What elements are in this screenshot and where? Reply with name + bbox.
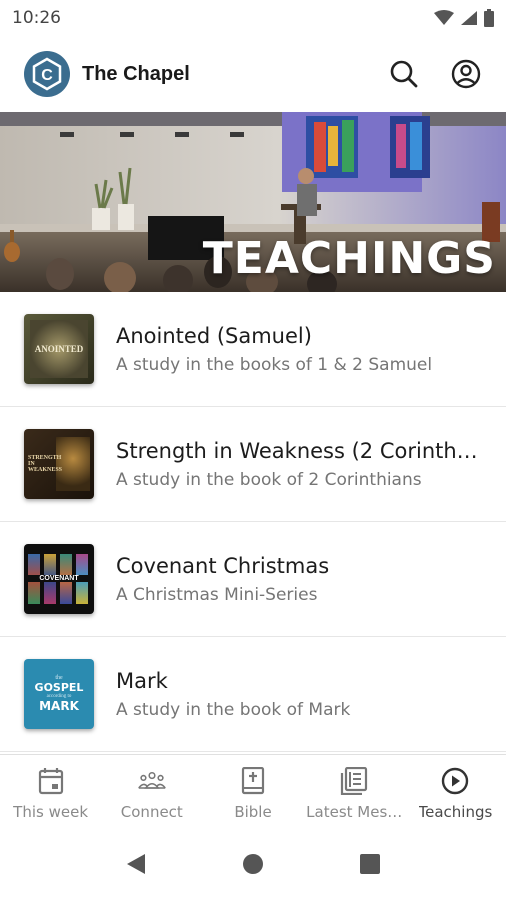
thumbnail-text: ANOINTED — [34, 344, 84, 354]
home-button[interactable] — [242, 853, 264, 880]
nav-latest-messages[interactable]: Latest Mes… — [304, 755, 405, 832]
search-icon — [390, 60, 418, 88]
thumbnail-text: STRENGTH IN WEAKNESS — [28, 455, 63, 473]
calendar-icon — [38, 768, 63, 795]
list-item-mark[interactable]: the GOSPEL according to MARK Mark A stud… — [0, 637, 506, 752]
app-title: The Chapel — [82, 62, 190, 85]
account-circle-icon — [451, 59, 481, 89]
series-thumbnail: STRENGTH IN WEAKNESS — [24, 429, 94, 499]
status-time: 10:26 — [12, 8, 61, 28]
item-title: Anointed (Samuel) — [116, 323, 312, 348]
church-logo[interactable]: C — [24, 51, 70, 97]
bible-icon — [241, 767, 265, 795]
nav-teachings[interactable]: Teachings — [405, 755, 506, 832]
nav-label: This week — [13, 803, 89, 821]
battery-icon — [484, 9, 494, 27]
thumbnail-text: GOSPEL — [34, 681, 84, 694]
app-bar: C The Chapel — [0, 36, 506, 112]
book-icon — [341, 767, 368, 795]
series-thumbnail: COVENANT — [24, 544, 94, 614]
search-button[interactable] — [388, 58, 420, 90]
nav-label: Latest Mes… — [306, 803, 403, 821]
play-circle-icon — [442, 767, 469, 795]
status-icons — [434, 9, 494, 27]
series-thumbnail: the GOSPEL according to MARK — [24, 659, 94, 729]
item-subtitle: A study in the books of 1 & 2 Samuel — [116, 354, 433, 375]
system-navigation-bar — [0, 832, 506, 900]
thumbnail-text: MARK — [39, 699, 79, 713]
item-subtitle: A study in the book of 2 Corinthians — [116, 469, 422, 490]
list-item-covenant-christmas[interactable]: COVENANT Covenant Christmas A Christmas … — [0, 522, 506, 637]
teachings-list: ANOINTED Anointed (Samuel) A study in th… — [0, 292, 506, 752]
logo-letter: C — [41, 67, 53, 84]
item-title: Mark — [116, 668, 168, 693]
wifi-icon — [434, 10, 454, 25]
signal-icon — [461, 11, 477, 25]
list-item-anointed[interactable]: ANOINTED Anointed (Samuel) A study in th… — [0, 292, 506, 407]
item-title: Strength in Weakness (2 Corinthi… — [116, 438, 482, 463]
home-circle-icon — [242, 853, 263, 874]
back-button[interactable] — [125, 852, 147, 881]
recents-square-icon — [359, 853, 380, 874]
nav-label: Teachings — [418, 803, 493, 821]
status-bar: 10:26 — [0, 0, 506, 36]
item-subtitle: A Christmas Mini-Series — [116, 584, 318, 605]
profile-button[interactable] — [450, 58, 482, 90]
nav-bible[interactable]: Bible — [202, 755, 303, 832]
nav-this-week[interactable]: This week — [0, 755, 101, 832]
hero-title: TEACHINGS — [202, 233, 496, 284]
item-subtitle: A study in the book of Mark — [116, 699, 351, 720]
nav-label: Connect — [120, 803, 183, 821]
back-triangle-icon — [127, 853, 146, 874]
item-title: Covenant Christmas — [116, 553, 330, 578]
series-thumbnail: ANOINTED — [24, 314, 94, 384]
people-icon — [137, 771, 166, 789]
thumbnail-text: COVENANT — [24, 575, 94, 582]
chapel-logo-icon: C — [32, 57, 62, 91]
bottom-navigation: This week Connect Bible Latest Mes… Teac… — [0, 754, 506, 832]
nav-connect[interactable]: Connect — [101, 755, 202, 832]
nav-label: Bible — [234, 803, 272, 821]
list-item-strength-in-weakness[interactable]: STRENGTH IN WEAKNESS Strength in Weaknes… — [0, 407, 506, 522]
hero-banner: TEACHINGS — [0, 112, 506, 292]
recents-button[interactable] — [359, 853, 381, 880]
